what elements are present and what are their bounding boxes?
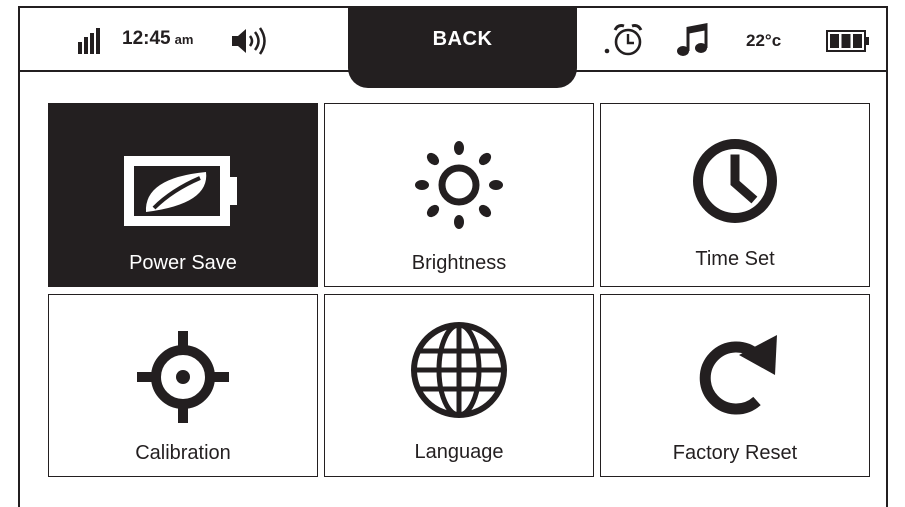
frame-left-border bbox=[18, 6, 20, 507]
tile-brightness[interactable]: Brightness bbox=[324, 103, 594, 287]
tile-label-brightness: Brightness bbox=[411, 252, 507, 274]
clock-icon bbox=[693, 139, 777, 223]
crosshair-icon bbox=[137, 331, 229, 423]
frame-right-border bbox=[886, 6, 888, 507]
clock-suffix: am bbox=[174, 32, 194, 47]
tile-calibration[interactable]: Calibration bbox=[48, 294, 318, 477]
tile-label-calibration: Calibration bbox=[135, 442, 231, 464]
back-button[interactable]: BACK bbox=[348, 6, 577, 88]
globe-icon bbox=[411, 322, 507, 418]
sun-icon bbox=[415, 141, 503, 229]
reset-arrow-icon bbox=[699, 335, 777, 415]
tile-power-save[interactable]: Power Save bbox=[48, 103, 318, 287]
clock-display: 12:45 am bbox=[122, 28, 193, 50]
tile-factory-reset[interactable]: Factory Reset bbox=[600, 294, 870, 477]
temperature-readout: 22°c bbox=[746, 31, 782, 50]
device-screen: 12:45 am 22°c BACK Power Save Brightness… bbox=[0, 0, 905, 507]
clock-time: 12:45 bbox=[122, 28, 171, 49]
battery-icon bbox=[826, 30, 869, 52]
tile-label-power-save: Power Save bbox=[129, 252, 237, 274]
back-button-label: BACK bbox=[432, 28, 493, 50]
tile-label-factory-reset: Factory Reset bbox=[672, 442, 798, 464]
alarm-clock-icon[interactable] bbox=[604, 22, 644, 58]
music-note-icon[interactable] bbox=[676, 22, 708, 58]
speaker-volume-icon[interactable] bbox=[232, 27, 270, 55]
tile-language[interactable]: Language bbox=[324, 294, 594, 477]
tile-time-set[interactable]: Time Set bbox=[600, 103, 870, 287]
battery-leaf-icon bbox=[124, 156, 237, 226]
tile-label-language: Language bbox=[414, 441, 504, 463]
signal-bars-icon bbox=[78, 28, 100, 54]
tile-label-time-set: Time Set bbox=[695, 248, 775, 270]
